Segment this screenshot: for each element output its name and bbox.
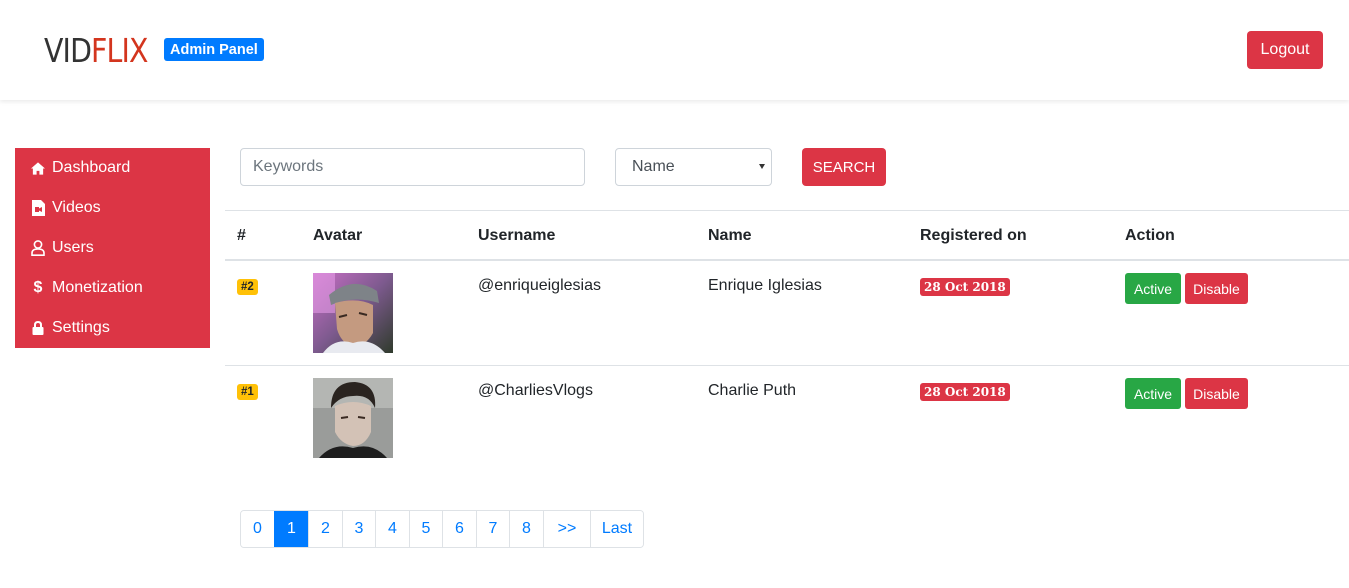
avatar xyxy=(313,273,393,353)
sidebar-item-users[interactable]: Users xyxy=(15,228,210,268)
page-link-1-current[interactable]: 1 xyxy=(274,511,308,547)
top-navbar: VID FLIX Admin Panel Logout xyxy=(0,0,1349,100)
select-value: Name xyxy=(632,158,675,175)
user-icon xyxy=(31,240,45,256)
page-link-last[interactable]: Last xyxy=(590,511,643,547)
sidebar-item-settings[interactable]: Settings xyxy=(15,308,210,348)
column-header-index: # xyxy=(237,227,246,244)
active-button[interactable]: Active xyxy=(1125,273,1181,304)
page-link-0[interactable]: 0 xyxy=(241,511,274,547)
admin-panel-badge: Admin Panel xyxy=(164,38,264,61)
column-header-avatar: Avatar xyxy=(313,227,363,244)
lock-icon xyxy=(31,320,45,336)
video-file-icon xyxy=(31,200,45,216)
sidebar-item-label: Dashboard xyxy=(52,159,131,176)
page-link-2[interactable]: 2 xyxy=(308,511,342,547)
column-header-name: Name xyxy=(708,227,752,244)
sidebar-item-dashboard[interactable]: Dashboard xyxy=(15,148,210,188)
dollar-icon: $ xyxy=(31,280,45,296)
search-field-select[interactable]: Name xyxy=(615,148,772,186)
page-link-6[interactable]: 6 xyxy=(442,511,476,547)
home-icon xyxy=(31,160,45,176)
column-header-action: Action xyxy=(1125,227,1175,244)
table-top-border xyxy=(225,210,1349,211)
sidebar-item-label: Monetization xyxy=(52,279,143,296)
sidebar-item-label: Videos xyxy=(52,199,101,216)
username-cell: @CharliesVlogs xyxy=(478,382,593,399)
column-header-registered: Registered on xyxy=(920,227,1027,244)
avatar xyxy=(313,378,393,458)
table-row: #2 @enriqueiglesias Enrique Iglesias 28 … xyxy=(225,261,1349,366)
table-row: #1 @CharliesVlogs Charlie Puth 28 Oct 20… xyxy=(225,366,1349,471)
row-index-badge: #1 xyxy=(237,384,258,400)
page-link-next[interactable]: >> xyxy=(543,511,590,547)
logo-part-flix: FLIX xyxy=(91,30,148,70)
page-link-5[interactable]: 5 xyxy=(409,511,442,547)
page-link-3[interactable]: 3 xyxy=(342,511,375,547)
chevron-down-icon xyxy=(759,164,765,169)
name-cell: Charlie Puth xyxy=(708,382,797,399)
keywords-search-input[interactable] xyxy=(240,148,585,186)
disable-button[interactable]: Disable xyxy=(1185,273,1248,304)
sidebar-item-videos[interactable]: Videos xyxy=(15,188,210,228)
column-header-username: Username xyxy=(478,227,556,244)
logo-part-vid: VID xyxy=(44,30,92,70)
logo[interactable]: VID FLIX xyxy=(44,30,148,70)
registered-date-badge: 28 Oct 2018 xyxy=(920,278,1010,296)
username-cell: @enriqueiglesias xyxy=(478,277,601,294)
page-link-7[interactable]: 7 xyxy=(476,511,509,547)
sidebar: Dashboard Videos Users $ Monetization Se… xyxy=(15,148,210,348)
sidebar-item-monetization[interactable]: $ Monetization xyxy=(15,268,210,308)
sidebar-item-label: Users xyxy=(52,239,94,256)
page-link-4[interactable]: 4 xyxy=(375,511,409,547)
logout-button[interactable]: Logout xyxy=(1247,31,1323,69)
disable-button[interactable]: Disable xyxy=(1185,378,1248,409)
pagination: 0 1 2 3 4 5 6 7 8 >> Last xyxy=(240,510,644,548)
name-cell: Enrique Iglesias xyxy=(708,277,822,294)
sidebar-item-label: Settings xyxy=(52,319,110,336)
registered-date-badge: 28 Oct 2018 xyxy=(920,383,1010,401)
dollar-glyph: $ xyxy=(33,279,43,296)
row-index-badge: #2 xyxy=(237,279,258,295)
page-link-8[interactable]: 8 xyxy=(509,511,543,547)
search-button[interactable]: SEARCH xyxy=(802,148,886,186)
active-button[interactable]: Active xyxy=(1125,378,1181,409)
